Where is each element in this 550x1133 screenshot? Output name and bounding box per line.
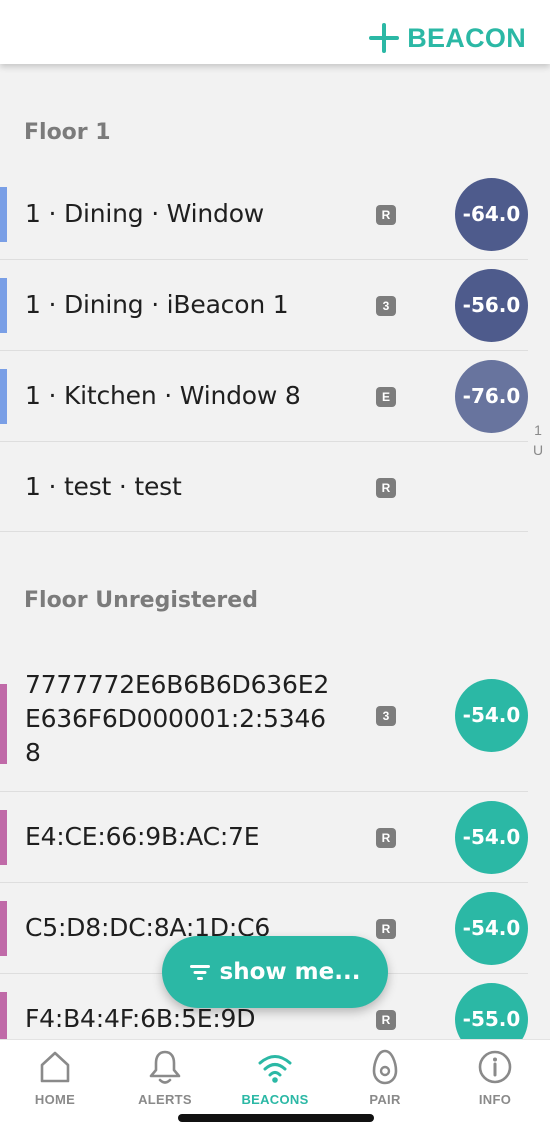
beacon-row[interactable]: 7777772E6B6B6D636E2 E636F6D000001:2:5346… xyxy=(0,654,528,792)
beacon-name: 1 · test · test xyxy=(25,472,182,501)
rssi-badge: -55.0 xyxy=(455,983,528,1039)
row-accent-bar xyxy=(0,369,7,424)
row-accent-bar xyxy=(0,684,7,764)
beacon-row[interactable]: E4:CE:66:9B:AC:7E R -54.0 xyxy=(0,792,528,883)
add-beacon-button[interactable]: BEACON xyxy=(369,18,526,58)
beacon-row[interactable]: 1 · Dining · iBeacon 1 3 -56.0 xyxy=(0,260,528,351)
beacon-row[interactable]: 1 · Dining · Window R -64.0 xyxy=(0,169,528,260)
tab-alerts[interactable]: ALERTS xyxy=(110,1048,220,1118)
tab-label: PAIR xyxy=(369,1092,401,1107)
beacon-type-badge: R xyxy=(376,828,396,848)
beacon-type-badge: E xyxy=(376,387,396,407)
info-icon xyxy=(478,1050,512,1084)
beacon-name: 1 · Dining · Window xyxy=(25,199,265,228)
beacon-row[interactable]: 1 · Kitchen · Window 8 E -76.0 xyxy=(0,351,528,442)
top-bar: BEACON xyxy=(0,0,550,64)
beacon-name-line: 8 xyxy=(25,738,41,767)
beacon-type-badge: R xyxy=(376,205,396,225)
pair-icon xyxy=(372,1049,398,1085)
section-title-floor-unregistered: Floor Unregistered xyxy=(24,588,258,613)
tab-pair[interactable]: PAIR xyxy=(330,1048,440,1118)
rssi-badge: -76.0 xyxy=(455,360,528,433)
beacon-list[interactable]: Floor 1 1 · Dining · Window R -64.0 1 · … xyxy=(0,64,550,1039)
section-index[interactable]: 1 U xyxy=(533,420,543,460)
home-icon xyxy=(40,1051,70,1083)
row-accent-bar xyxy=(0,187,7,242)
filter-icon xyxy=(189,964,210,980)
section-title-floor-1: Floor 1 xyxy=(24,120,111,145)
tab-label: ALERTS xyxy=(138,1092,192,1107)
tab-label: INFO xyxy=(478,1092,512,1107)
tab-home[interactable]: HOME xyxy=(0,1048,110,1118)
section-index-letter[interactable]: U xyxy=(533,440,543,460)
beacon-type-badge: 3 xyxy=(376,706,396,726)
beacon-type-badge: 3 xyxy=(376,296,396,316)
beacon-name: 7777772E6B6B6D636E2 E636F6D000001:2:5346… xyxy=(25,668,329,770)
row-accent-bar xyxy=(0,992,7,1039)
home-indicator xyxy=(178,1114,374,1122)
beacon-type-badge: R xyxy=(376,478,396,498)
row-accent-bar xyxy=(0,278,7,333)
beacon-name-line: 7777772E6B6B6D636E2 xyxy=(25,670,330,699)
row-accent-bar xyxy=(0,901,7,956)
rssi-badge: -54.0 xyxy=(455,801,528,874)
rssi-badge: -54.0 xyxy=(455,679,528,752)
wifi-signal-icon xyxy=(258,1055,292,1083)
beacon-name: 1 · Dining · iBeacon 1 xyxy=(25,290,289,319)
beacon-type-badge: R xyxy=(376,1010,396,1030)
plus-icon xyxy=(369,23,400,53)
tab-label: HOME xyxy=(34,1092,76,1107)
beacon-name: 1 · Kitchen · Window 8 xyxy=(25,381,301,410)
show-me-label: show me... xyxy=(219,959,361,985)
beacon-name-line: E636F6D000001:2:5346 xyxy=(25,704,326,733)
tab-info[interactable]: INFO xyxy=(440,1048,550,1118)
add-beacon-label: BEACON xyxy=(407,22,526,53)
beacon-type-badge: R xyxy=(376,919,396,939)
beacon-row[interactable]: 1 · test · test R xyxy=(0,442,528,532)
show-me-filter-button[interactable]: show me... xyxy=(162,936,388,1008)
row-accent-bar xyxy=(0,810,7,865)
rssi-badge: -54.0 xyxy=(455,892,528,965)
tab-label: BEACONS xyxy=(241,1092,309,1107)
rssi-badge: -56.0 xyxy=(455,269,528,342)
bell-icon xyxy=(149,1050,181,1084)
beacon-name: E4:CE:66:9B:AC:7E xyxy=(25,822,260,851)
tab-beacons[interactable]: BEACONS xyxy=(220,1048,330,1118)
rssi-badge: -64.0 xyxy=(455,178,528,251)
section-index-letter[interactable]: 1 xyxy=(533,420,543,440)
